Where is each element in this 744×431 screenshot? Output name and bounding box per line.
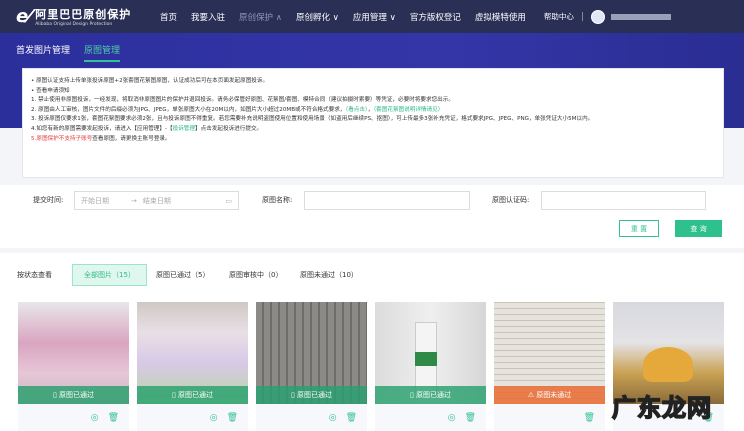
image-card[interactable]: ⚠ 原图未通过 🗑︎ <box>494 302 605 431</box>
nav-virtual-model[interactable]: 虚拟模特使用 <box>475 11 526 23</box>
logo-title: 阿里巴巴原创保护 <box>35 8 132 21</box>
status-badge: ▯ 原图已通过 <box>375 386 486 404</box>
notice-text: 2. 原图由人工审核，图片文件的后缀必须为JPG、JPEG，单张原图大小在20M… <box>31 106 346 113</box>
calendar-icon: ▭ <box>225 196 232 205</box>
notice-line: • 查看申请须知 <box>31 87 70 94</box>
complaint-management-link[interactable]: 投诉管理 <box>173 126 195 132</box>
start-date-placeholder: 开始日期 <box>81 196 109 205</box>
image-name-label: 原图名称: <box>262 196 293 204</box>
warning-text: 原图保护不支持子账号 <box>36 135 93 142</box>
auth-code-input[interactable] <box>541 191 706 210</box>
view-icon[interactable]: ◎ <box>448 413 456 423</box>
reset-button[interactable]: 重 置 <box>619 220 659 237</box>
view-icon[interactable]: ◎ <box>210 413 218 423</box>
image-card[interactable]: ▯ 原图已通过 ◎ 🗑︎ <box>137 302 248 431</box>
search-button[interactable]: 查 询 <box>675 220 722 237</box>
view-icon[interactable]: ◎ <box>91 413 99 423</box>
nav-original-protection[interactable]: 原创保护 ∧ <box>239 11 282 23</box>
logo-subtitle: Alibaba Original Design Protection <box>35 22 113 27</box>
delete-icon[interactable]: 🗑︎ <box>584 413 595 423</box>
tab-original-images[interactable]: 原图管理 <box>84 43 121 62</box>
delete-icon[interactable]: 🗑︎ <box>227 413 238 423</box>
image-name-input[interactable] <box>304 191 470 210</box>
status-badge: ▯ 原图已通过 <box>137 386 248 404</box>
status-badge: ▯ 原图已通过 <box>18 386 129 404</box>
status-text: 原图已通过 <box>416 391 452 399</box>
image-card[interactable]: ▯ 原图已通过 ◎ 🗑︎ <box>18 302 129 431</box>
tab-reviewing[interactable]: 原图审核中（0） <box>229 264 282 286</box>
submit-time-label: 提交时间: <box>33 196 64 204</box>
notice-line: 4.如您有新的原图需要发起投诉，请进入【应用管理】-【投诉管理】点击发起投诉进行… <box>31 125 715 135</box>
status-text: 原图未通过 <box>536 391 572 399</box>
watermark: 广东龙网 <box>611 393 712 423</box>
notice-line: • 原图认证支持上传单张投诉原图+2张套图花絮图原图，认证成功后可在本页面发起原… <box>31 78 269 84</box>
delete-icon[interactable]: 🗑︎ <box>108 413 119 423</box>
image-thumbnail[interactable]: ▯ 原图已通过 <box>375 302 486 404</box>
status-badge: ⚠ 原图未通过 <box>494 386 605 404</box>
nav-app-management[interactable]: 应用管理 ∨ <box>353 11 396 23</box>
image-thumbnail[interactable]: ▯ 原图已通过 <box>18 302 129 404</box>
divider <box>581 12 583 21</box>
username-blurred[interactable] <box>610 13 671 20</box>
nav-incubation[interactable]: 原创孵化 ∨ <box>296 11 339 23</box>
view-icon[interactable]: ◎ <box>329 413 337 423</box>
nav-home[interactable]: 首页 <box>160 11 177 23</box>
date-range-picker[interactable]: 开始日期 → 结束日期 ▭ <box>74 191 239 210</box>
status-badge: ▯ 原图已通过 <box>256 386 367 404</box>
notice-box: • 原图认证支持上传单张投诉原图+2张套图花絮图原图，认证成功后可在本页面发起原… <box>22 68 724 178</box>
auth-code-label: 原图认证码: <box>492 196 530 204</box>
nav-copyright-registration[interactable]: 官方版权登记 <box>410 11 461 23</box>
nav-join[interactable]: 我要入驻 <box>191 11 225 23</box>
image-card[interactable]: ▯ 原图已通过 ◎ 🗑︎ <box>256 302 367 431</box>
delete-icon[interactable]: 🗑︎ <box>346 413 357 423</box>
delete-icon[interactable]: 🗑︎ <box>465 413 476 423</box>
notice-text: 4.如您有新的原图需要发起投诉，请进入【应用管理】-【 <box>31 125 173 132</box>
filter-panel: 提交时间: 开始日期 → 结束日期 ▭ 原图名称: 原图认证码: 重 置 查 询 <box>0 185 744 248</box>
help-center-link[interactable]: 帮助中心 <box>544 11 574 22</box>
image-thumbnail[interactable]: ⚠ 原图未通过 <box>494 302 605 404</box>
image-thumbnail[interactable]: ▯ 原图已通过 <box>256 302 367 404</box>
top-nav-bar: e⁄ 阿里巴巴原创保护 Alibaba Original Design Prot… <box>0 0 744 33</box>
notice-text: 】点击发起投诉进行提交。 <box>195 125 263 132</box>
notice-line: 3. 投诉原图仅要求1张，套图花絮图要求必须2张，且与投诉原图不得重复。若您需要… <box>31 116 594 123</box>
status-text: 原图已通过 <box>59 391 95 399</box>
tab-failed[interactable]: 原图未通过（10） <box>300 264 358 286</box>
avatar[interactable] <box>590 9 605 24</box>
status-filter-label: 按状态查看 <box>17 271 52 279</box>
arrow-icon: → <box>131 196 137 205</box>
sub-nav: 首发图片管理 原图管理 <box>16 43 134 62</box>
image-card[interactable]: ▯ 原图已通过 ◎ 🗑︎ <box>375 302 486 431</box>
warning-icon: ⚠ <box>527 391 537 399</box>
notice-text: 查看原图，请更换主账号登录。 <box>92 135 171 142</box>
notice-line: 5.原图保护不支持子账号查看原图，请更换主账号登录。 <box>31 135 715 145</box>
notice-line: 1. 禁止使用非原图投诉，一经发现，将取消非原图图片的保护并退回投诉。请务必保管… <box>31 97 454 104</box>
tab-all-images[interactable]: 全部图片（15） <box>72 264 147 286</box>
notice-line: 2. 原图由人工审核，图片文件的后缀必须为JPG、JPEG，单张原图大小在20M… <box>31 106 715 116</box>
tab-first-release-images[interactable]: 首发图片管理 <box>16 43 70 62</box>
alibaba-logo-icon: e⁄ <box>16 6 32 27</box>
status-text: 原图已通过 <box>178 391 214 399</box>
status-text: 原图已通过 <box>297 391 333 399</box>
main-nav: 首页 我要入驻 原创保护 ∧ 原创孵化 ∨ 应用管理 ∨ 官方版权登记 虚拟模特… <box>160 11 540 23</box>
tab-passed[interactable]: 原图已通过（5） <box>156 264 209 286</box>
view-link[interactable]: （看点击） <box>345 107 367 113</box>
end-date-placeholder: 结束日期 <box>142 196 171 205</box>
detail-link[interactable]: （套图花絮图说明详情请见） <box>373 107 443 113</box>
logo[interactable]: e⁄ 阿里巴巴原创保护 Alibaba Original Design Prot… <box>16 6 156 27</box>
image-thumbnail[interactable]: ▯ 原图已通过 <box>137 302 248 404</box>
